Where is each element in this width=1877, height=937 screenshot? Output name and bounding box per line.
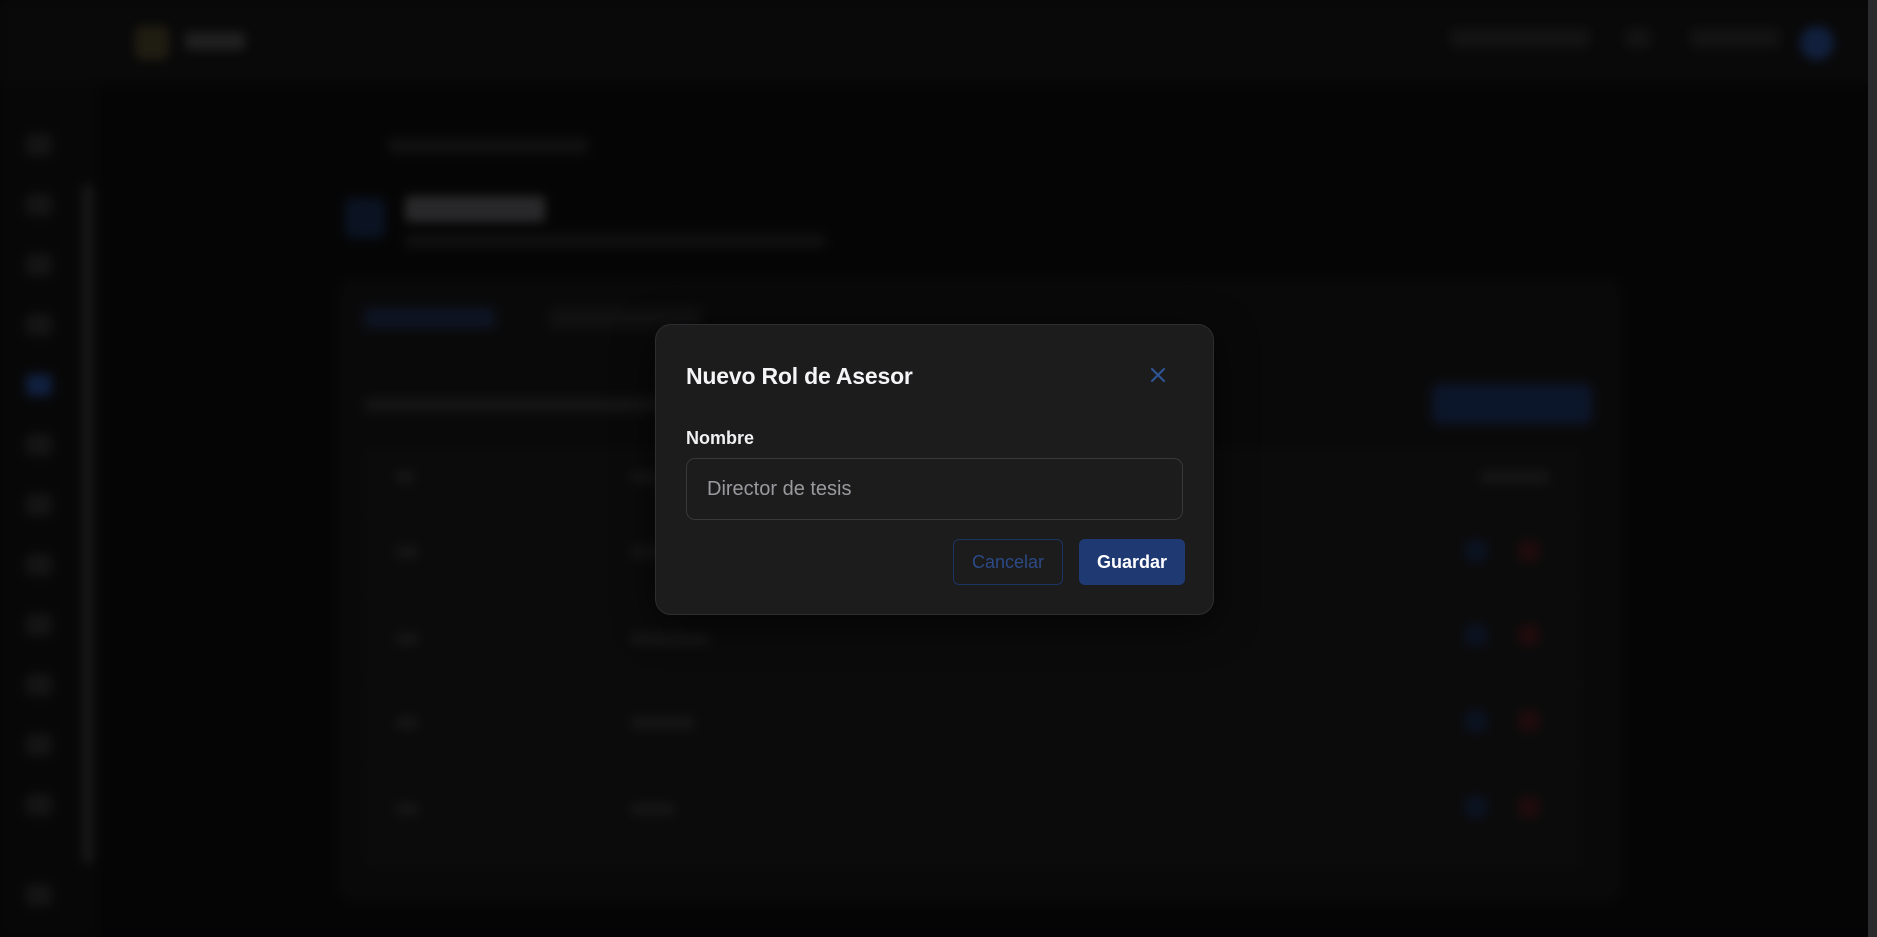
name-input[interactable] [686, 458, 1183, 520]
dialog-title: Nuevo Rol de Asesor [686, 363, 913, 389]
new-advisor-role-dialog: Nuevo Rol de Asesor Nombre Cancelar Guar… [655, 324, 1214, 615]
name-field-label: Nombre [686, 428, 755, 448]
save-button[interactable]: Guardar [1079, 539, 1185, 585]
close-button[interactable] [1146, 363, 1170, 387]
close-icon [1151, 368, 1165, 382]
page-scrollbar[interactable] [1868, 0, 1877, 937]
cancel-button[interactable]: Cancelar [953, 539, 1063, 585]
